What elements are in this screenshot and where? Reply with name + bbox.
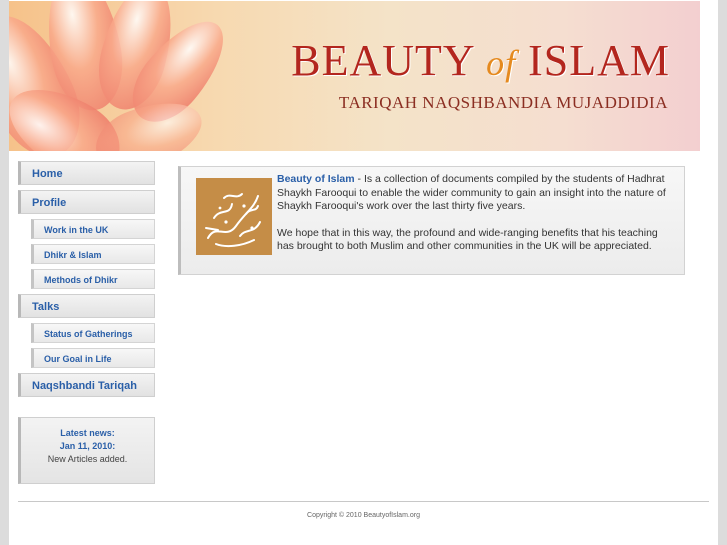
header-banner: BEAUTY of ISLAM TARIQAH NAQSHBANDIA MUJA… [9,1,700,151]
nav-talks[interactable]: Talks [18,294,155,318]
nav-methods-of-dhikr[interactable]: Methods of Dhikr [31,269,155,289]
site-title-of: of [486,43,517,83]
site-title-beauty: BEAUTY [291,36,475,85]
nav-profile[interactable]: Profile [18,190,155,214]
site-title: BEAUTY of ISLAM [291,35,670,86]
arabic-calligraphy-image [196,178,272,255]
news-text: New Articles added. [47,454,128,464]
site-subtitle: TARIQAH NAQSHBANDIA MUJADDIDIA [338,93,668,112]
intro-paragraph-1: Beauty of Islam - Is a collection of doc… [277,173,677,214]
news-date[interactable]: Jan 11, 2010: [21,440,154,453]
footer-copyright: Copyright © 2010 BeautyofIslam.org [307,512,420,519]
site-title-islam: ISLAM [528,36,670,85]
nav-home[interactable]: Home [18,161,155,185]
nav-our-goal-in-life[interactable]: Our Goal in Life [31,348,155,368]
calligraphy-icon [205,193,261,248]
footer-divider [18,501,709,502]
nav-naqshbandi-tariqah[interactable]: Naqshbandi Tariqah [18,373,155,397]
intro-paragraph-2: We hope that in this way, the profound a… [277,226,658,253]
nav-dhikr-islam[interactable]: Dhikr & Islam [31,244,155,264]
sidebar-nav: Home Profile Work in the UK Dhikr & Isla… [18,161,155,402]
latest-news-box: Latest news: Jan 11, 2010: New Articles … [18,417,155,484]
intro-panel: Beauty of Islam - Is a collection of doc… [178,166,685,275]
news-heading: Latest news: [60,428,115,438]
nav-status-of-gatherings[interactable]: Status of Gatherings [31,323,155,343]
intro-text: Beauty of Islam - Is a collection of doc… [277,173,677,267]
brand-link[interactable]: Beauty of Islam [277,173,355,185]
nav-work-in-uk[interactable]: Work in the UK [31,219,155,239]
